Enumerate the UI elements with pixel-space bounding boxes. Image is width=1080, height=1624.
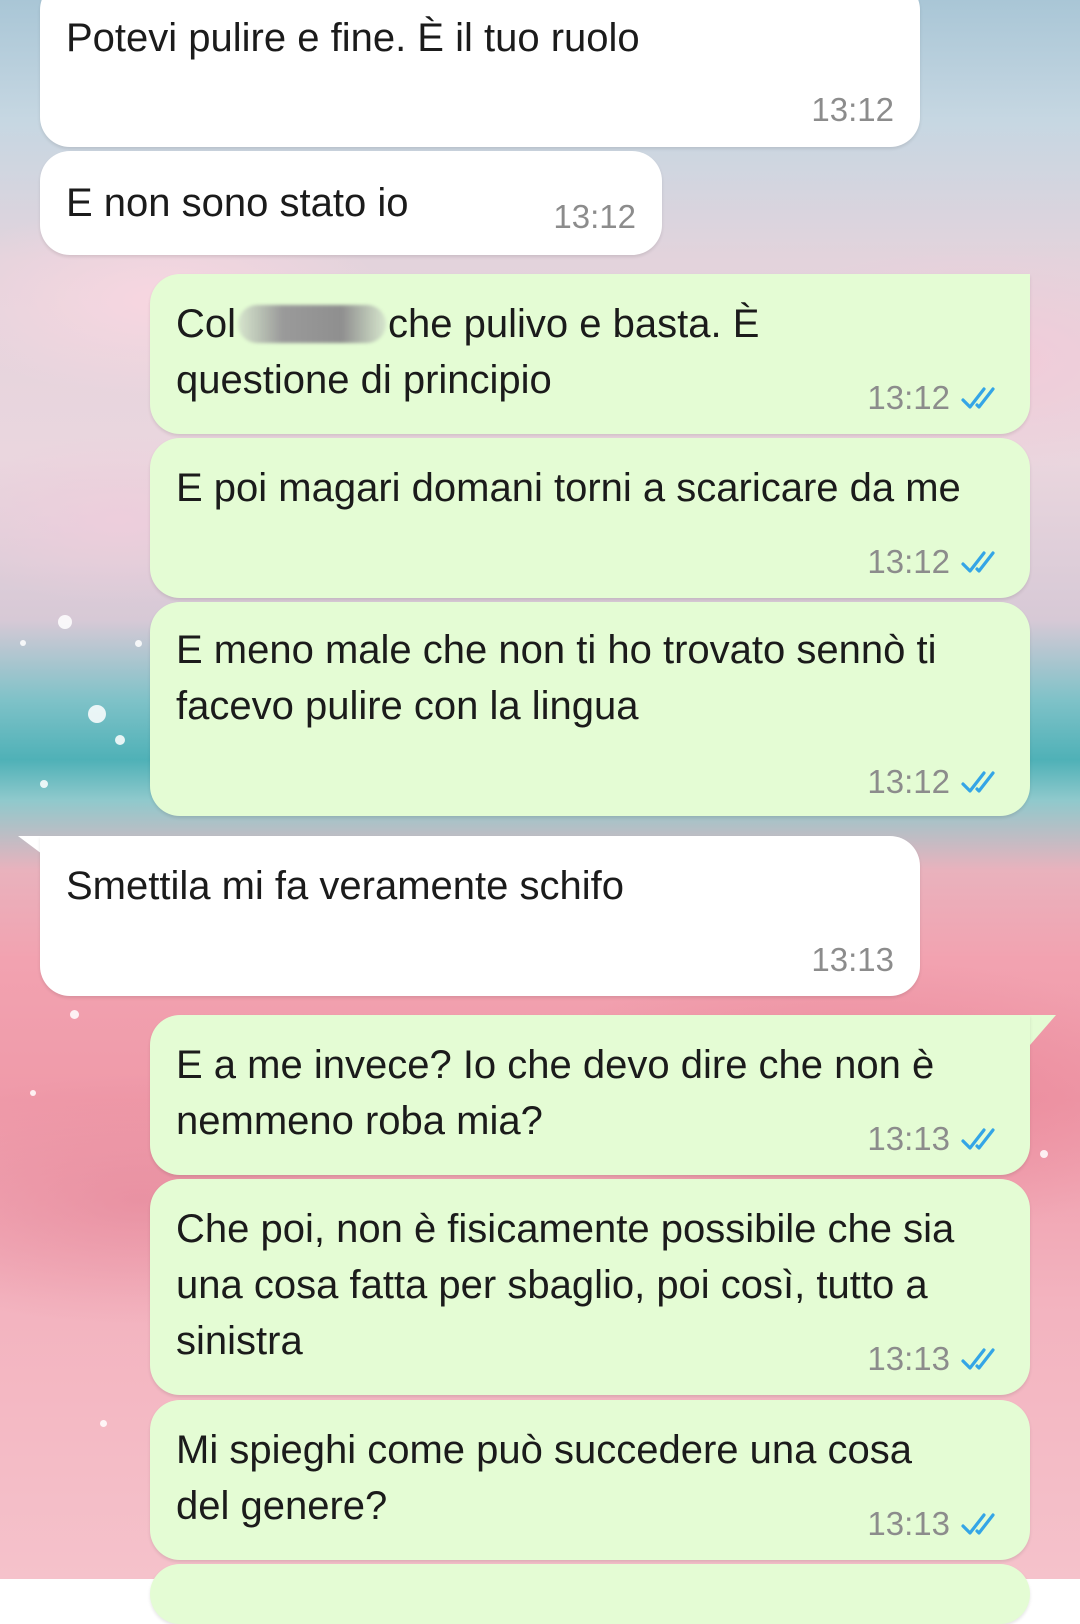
message-time: 13:12 (867, 763, 950, 800)
message-time: 13:12 (867, 543, 950, 580)
message-text-part: Col (176, 302, 237, 346)
outgoing-message[interactable]: Col che pulivo e basta. È questione di pr… (150, 274, 1030, 434)
message-text-part: che pulivo e basta. È (388, 302, 760, 346)
double-check-icon (961, 1348, 995, 1370)
message-text-part: questione di principio (176, 358, 552, 402)
bubble-tail (1030, 1015, 1056, 1045)
incoming-message[interactable]: E non sono stato io 13:12 (40, 151, 662, 255)
double-check-icon (961, 387, 995, 409)
incoming-message[interactable]: Smettila mi fa veramente schifo 13:13 (40, 836, 920, 996)
message-text: E poi magari domani torni a scaricare da… (176, 466, 961, 510)
outgoing-message[interactable]: Mi spieghi come può succedere una cosa d… (150, 1400, 1030, 1560)
message-text: Mi spieghi come può succedere una cosa d… (176, 1428, 912, 1528)
redacted-text (238, 305, 387, 343)
message-list[interactable]: Potevi pulire e fine. È il tuo ruolo 13:… (0, 0, 1080, 1624)
double-check-icon (961, 1513, 995, 1535)
message-text: Smettila mi fa veramente schifo (66, 864, 624, 908)
message-text: Potevi pulire e fine. È il tuo ruolo (66, 16, 640, 60)
message-text: E meno male che non ti ho trovato sennò … (176, 628, 937, 728)
double-check-icon (961, 771, 995, 793)
message-time: 13:12 (553, 198, 636, 235)
message-text: E non sono stato io (66, 181, 409, 225)
message-time: 13:12 (867, 379, 950, 416)
message-time: 13:13 (867, 1340, 950, 1377)
message-time: 13:13 (867, 1505, 950, 1542)
outgoing-message[interactable] (150, 1564, 1030, 1624)
outgoing-message[interactable]: E poi magari domani torni a scaricare da… (150, 438, 1030, 598)
outgoing-message[interactable]: E meno male che non ti ho trovato sennò … (150, 602, 1030, 816)
double-check-icon (961, 1128, 995, 1150)
message-time: 13:12 (811, 91, 894, 128)
outgoing-message[interactable]: E a me invece? Io che devo dire che non … (150, 1015, 1030, 1175)
message-time: 13:13 (867, 1120, 950, 1157)
incoming-message[interactable]: Potevi pulire e fine. È il tuo ruolo 13:… (40, 0, 920, 147)
double-check-icon (961, 551, 995, 573)
message-time: 13:13 (811, 941, 894, 978)
message-text: E a me invece? Io che devo dire che non … (176, 1043, 935, 1143)
outgoing-message[interactable]: Che poi, non è fisicamente possibile che… (150, 1179, 1030, 1395)
